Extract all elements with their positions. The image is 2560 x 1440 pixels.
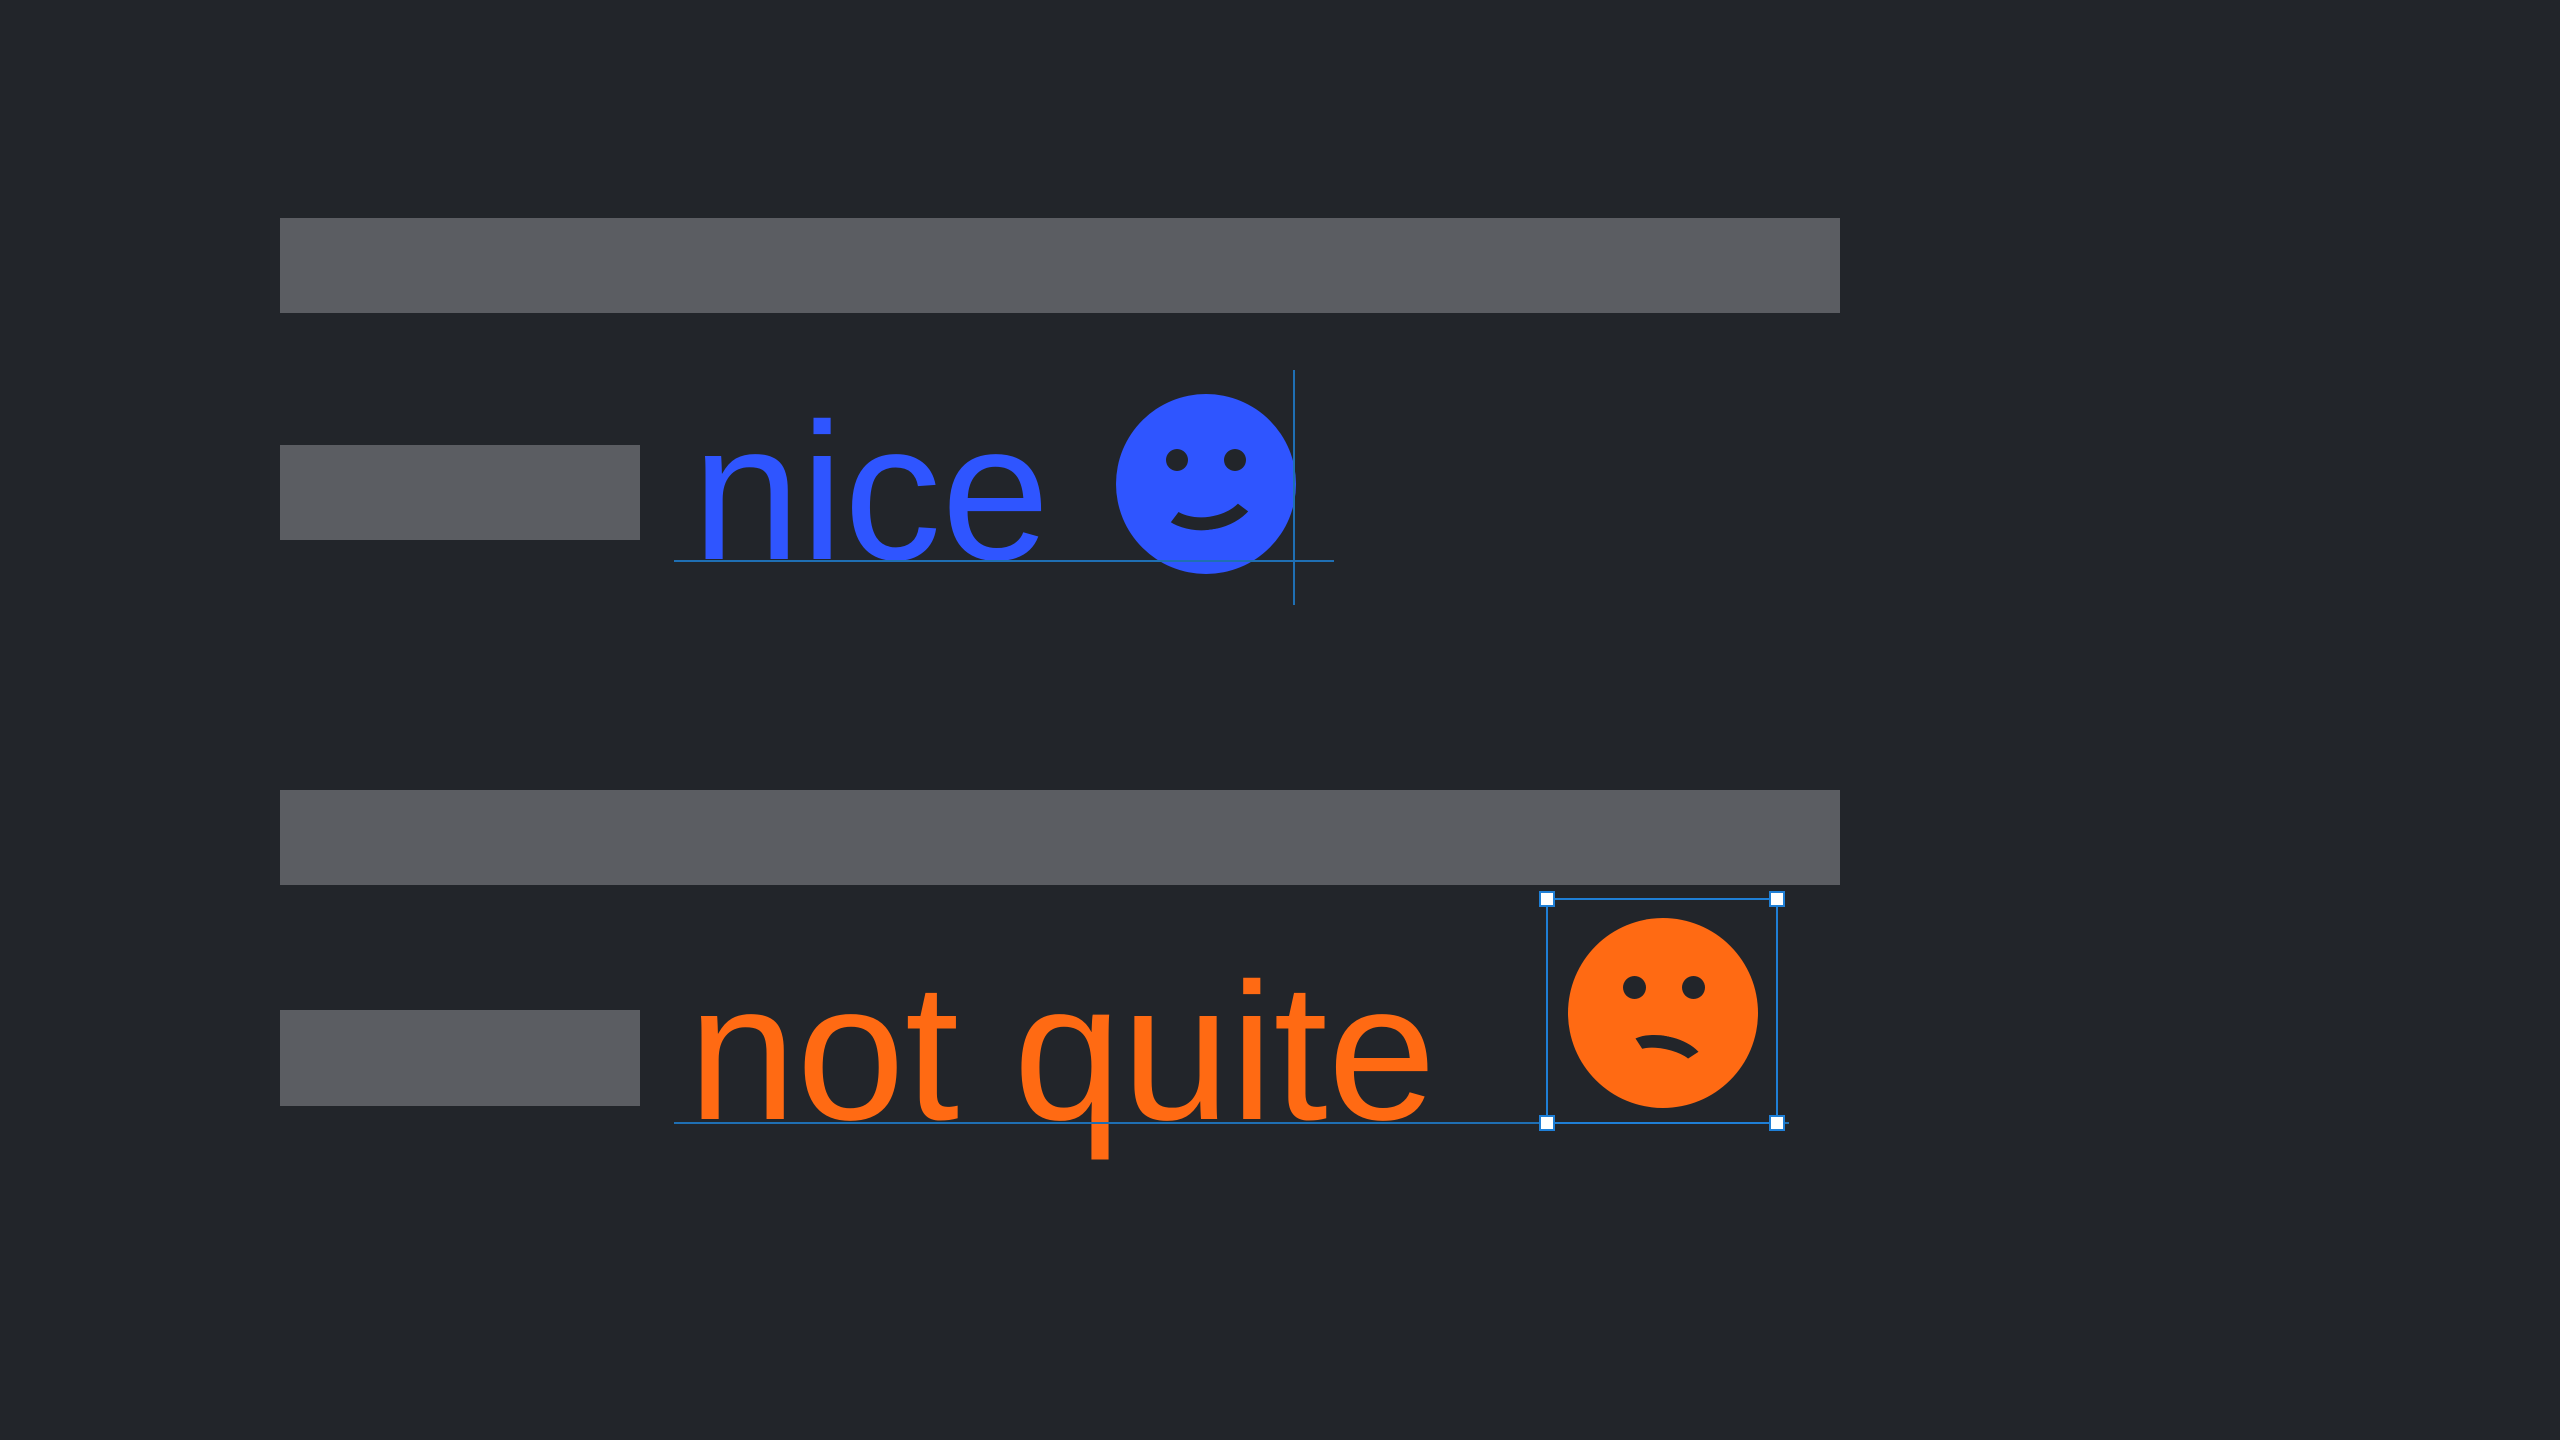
text-cursor xyxy=(1293,370,1295,605)
resize-handle-bottom-right[interactable] xyxy=(1769,1115,1785,1131)
resize-handle-top-right[interactable] xyxy=(1769,891,1785,907)
baseline-guide xyxy=(674,560,1334,562)
placeholder-bar xyxy=(280,1010,640,1106)
placeholder-bar xyxy=(280,790,1840,885)
placeholder-bar xyxy=(280,218,1840,313)
placeholder-bar xyxy=(280,445,640,540)
resize-handle-bottom-left[interactable] xyxy=(1539,1115,1555,1131)
resize-handle-top-left[interactable] xyxy=(1539,891,1555,907)
bad-example-label[interactable]: not quite xyxy=(688,955,1436,1150)
design-canvas[interactable]: nice not quite xyxy=(0,0,2560,1440)
selection-bounding-box[interactable] xyxy=(1546,898,1778,1124)
smiling-face-icon[interactable] xyxy=(1116,394,1296,574)
